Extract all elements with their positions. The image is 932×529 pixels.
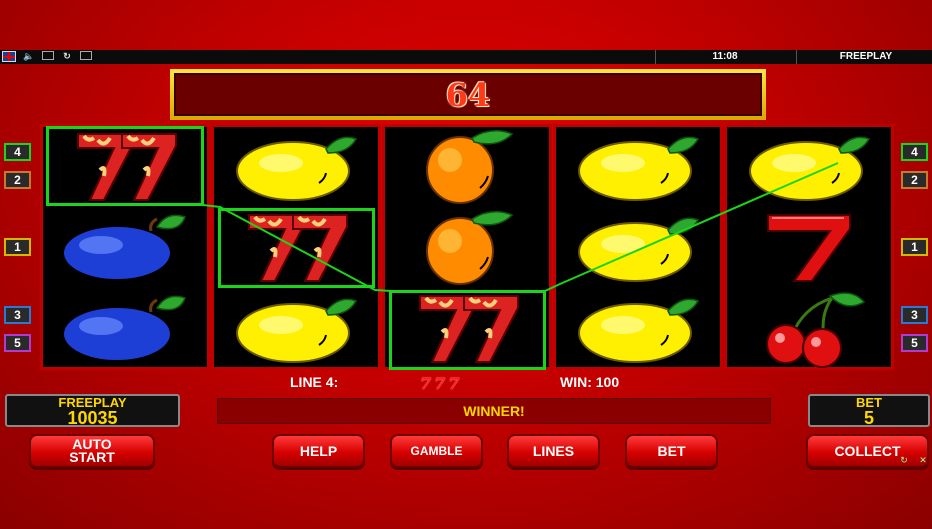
reel-4 (553, 124, 723, 370)
close-icon[interactable]: ✕ (917, 454, 929, 466)
win-display: 64 (170, 69, 766, 120)
orange-symbol (385, 208, 549, 288)
bet-panel: BET 5 (808, 394, 930, 428)
winning-cell-frame (218, 208, 375, 288)
line-indicator-right-5[interactable]: 5 (901, 334, 928, 352)
win-display-value: 64 (445, 75, 491, 114)
line-indicator-right-4[interactable]: 4 (901, 143, 928, 161)
orange-symbol (385, 127, 549, 207)
refresh-icon[interactable]: ↻ (60, 51, 74, 62)
plum-symbol (43, 289, 207, 369)
line-indicator-left-4[interactable]: 4 (4, 143, 31, 161)
winning-cell-frame (389, 290, 546, 370)
win-line-symbols: 777 (420, 374, 463, 393)
line-indicator-left-1[interactable]: 1 (4, 238, 31, 256)
plum-symbol (43, 208, 207, 288)
speaker-icon[interactable]: 🔈 (22, 51, 36, 62)
line-indicator-right-2[interactable]: 2 (901, 171, 928, 189)
status-message: WINNER! (217, 398, 771, 424)
win-amount-label: WIN: 100 (560, 374, 620, 390)
freeplay-credit-value: 10035 (67, 408, 118, 428)
lemon-symbol (727, 127, 891, 207)
settings-icon[interactable]: ↻ (898, 454, 910, 466)
lemon-symbol (214, 289, 378, 369)
window-icon[interactable] (80, 51, 92, 60)
red-seven-symbol (727, 208, 891, 288)
line-indicator-right-1[interactable]: 1 (901, 238, 928, 256)
clock: 11:08 (712, 51, 738, 62)
reel-5 (724, 124, 894, 370)
bet-value: 5 (863, 408, 874, 428)
cherry-symbol (727, 289, 891, 369)
lemon-symbol (556, 289, 720, 369)
bet-button[interactable]: BET (625, 434, 718, 468)
line-indicator-left-5[interactable]: 5 (4, 334, 31, 352)
lemon-symbol (214, 127, 378, 207)
auto-start-button[interactable]: AUTO START (29, 434, 155, 468)
auto-start-label: AUTO START (69, 436, 115, 465)
lemon-symbol (556, 127, 720, 207)
gamble-button[interactable]: GAMBLE (390, 434, 483, 468)
screen-icon[interactable] (42, 51, 54, 60)
top-bar: 🔈 ↻ 11:08 FREEPLAY (0, 50, 932, 64)
line-indicator-left-3[interactable]: 3 (4, 306, 31, 324)
lemon-symbol (556, 208, 720, 288)
line-indicator-right-3[interactable]: 3 (901, 306, 928, 324)
freeplay-credit-panel: FREEPLAY 10035 (5, 394, 180, 428)
lines-button[interactable]: LINES (507, 434, 600, 468)
help-button[interactable]: HELP (272, 434, 365, 468)
line-indicator-left-2[interactable]: 2 (4, 171, 31, 189)
win-line-label: LINE 4: (290, 374, 339, 390)
flag-uk-icon[interactable] (2, 51, 16, 62)
winning-cell-frame (46, 126, 204, 206)
freeplay-mode-label: FREEPLAY (839, 51, 893, 62)
collect-button[interactable]: COLLECT (806, 434, 929, 468)
